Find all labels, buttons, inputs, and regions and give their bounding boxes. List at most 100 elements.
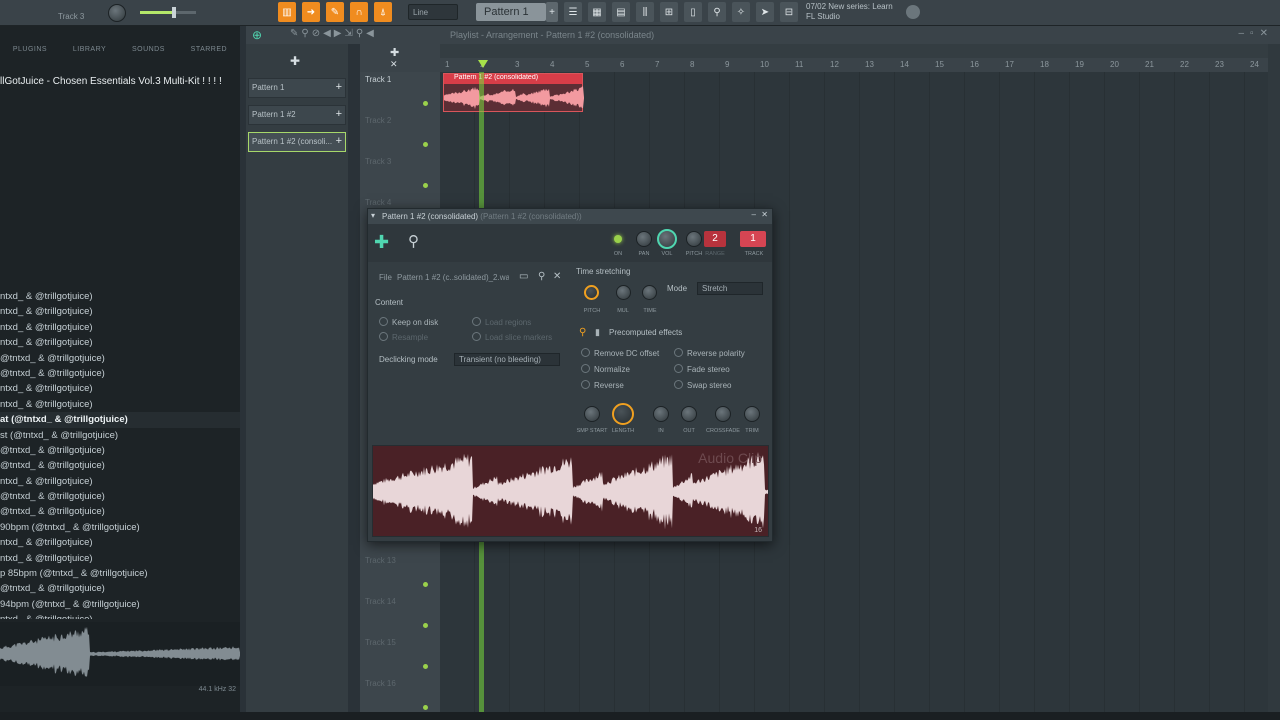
metronome-icon[interactable]: ⍋ (374, 2, 392, 22)
length-knob[interactable] (612, 403, 634, 425)
track-header[interactable]: Track 13 (362, 553, 434, 591)
send-icon[interactable]: ➤ (756, 2, 774, 22)
window-controls-icon[interactable]: –▫✕ (1239, 28, 1275, 39)
picker-item-selected[interactable]: Pattern 1 #2 (consoli... + (248, 132, 346, 152)
track-mute-led[interactable] (423, 142, 428, 147)
normalize-checkbox[interactable]: Normalize (581, 364, 630, 374)
file-name[interactable]: Pattern 1 #2 (c..solidated)_2.wav (397, 273, 509, 282)
fade-stereo-checkbox[interactable]: Fade stereo (674, 364, 730, 374)
arrow-icon[interactable]: ➜ (302, 2, 320, 22)
pencil-icon[interactable]: ✎ (326, 2, 344, 22)
browser-preview-waveform[interactable] (0, 622, 240, 686)
audio-clip-icon[interactable]: ✚ (374, 232, 389, 253)
track-header[interactable]: Track 1 (362, 72, 434, 110)
out-knob[interactable] (681, 406, 697, 422)
ts-mul-knob[interactable] (616, 285, 631, 300)
load-slice-markers-checkbox[interactable]: Load slice markers (472, 332, 552, 342)
file-icon[interactable]: ▯ (684, 2, 702, 22)
on-led[interactable] (614, 235, 622, 243)
tools-icon[interactable]: ✧ (732, 2, 750, 22)
browser-list-item[interactable]: @tntxd_ & @trillgotjuice) (0, 443, 240, 458)
track-header[interactable]: Track 2 (362, 113, 434, 151)
channel-rack-icon[interactable]: ▤ (612, 2, 630, 22)
pin-icon[interactable]: ⚲ (538, 271, 545, 282)
lock-icon[interactable]: ▮ (595, 327, 600, 338)
sample-waveform[interactable]: Audio Clip 16 (372, 445, 769, 537)
browser-list-item[interactable]: @tntxd_ & @trillgotjuice) (0, 351, 240, 366)
close-icon[interactable]: ✕ (761, 210, 768, 219)
clear-file-icon[interactable]: ✕ (553, 271, 561, 282)
track-mute-led[interactable] (423, 582, 428, 587)
mode-select[interactable]: Stretch (697, 282, 763, 295)
wrench-icon[interactable]: ⚲ (408, 232, 419, 250)
browser-list-item[interactable]: ntxd_ & @trillgotjuice) (0, 289, 240, 304)
browser-list-item[interactable]: ntxd_ & @trillgotjuice) (0, 551, 240, 566)
audio-clip[interactable]: Pattern 1 #2 (consolidated) (443, 73, 584, 112)
mixer-icon[interactable]: ⫼ (636, 2, 654, 22)
browser-folder-title[interactable]: llGotJuice - Chosen Essentials Vol.3 Mul… (0, 76, 240, 90)
vertical-scrollbar[interactable] (1268, 44, 1280, 720)
browser-list-item[interactable]: 94bpm (@tntxd_ & @trillgotjuice) (0, 597, 240, 612)
browser-list-item[interactable]: @tntxd_ & @trillgotjuice) (0, 458, 240, 473)
in-knob[interactable] (653, 406, 669, 422)
swap-stereo-checkbox[interactable]: Swap stereo (674, 380, 731, 390)
browser-list-item[interactable]: @tntxd_ & @trillgotjuice) (0, 504, 240, 519)
browser-list-item[interactable]: ntxd_ & @trillgotjuice) (0, 304, 240, 319)
browser-list-item[interactable]: at (@tntxd_ & @trillgotjuice) (0, 412, 240, 428)
snap-select[interactable]: Line (408, 4, 458, 20)
remove-dc-offset-checkbox[interactable]: Remove DC offset (581, 348, 659, 358)
browser-list-item[interactable]: ntxd_ & @trillgotjuice) (0, 381, 240, 396)
tab-sounds[interactable]: SOUNDS (132, 46, 165, 64)
collapse-icon[interactable]: ▾ (371, 211, 375, 220)
picker-add-icon[interactable]: ✚ (290, 54, 300, 68)
reverse-polarity-checkbox[interactable]: Reverse polarity (674, 348, 745, 358)
master-pitch-slider[interactable] (140, 7, 196, 18)
browser-icon[interactable]: ⊞ (660, 2, 678, 22)
master-volume-knob[interactable] (108, 4, 126, 22)
magnet-icon[interactable]: ∩ (350, 2, 368, 22)
trim-knob[interactable] (744, 406, 760, 422)
keep-on-disk-checkbox[interactable]: Keep on disk (379, 317, 438, 327)
piano-roll-icon[interactable]: ▦ (588, 2, 606, 22)
track-header[interactable]: Track 16 (362, 676, 434, 714)
crossfade-knob[interactable] (715, 406, 731, 422)
playlist-icon[interactable]: ☰ (564, 2, 582, 22)
range-value[interactable]: 2 (704, 231, 726, 247)
track-mute-led[interactable] (423, 664, 428, 669)
load-regions-checkbox[interactable]: Load regions (472, 317, 531, 327)
track-header[interactable]: Track 14 (362, 594, 434, 632)
track-value[interactable]: 1 (740, 231, 766, 247)
ts-time-knob[interactable] (642, 285, 657, 300)
track-mute-led[interactable] (423, 705, 428, 710)
folder-icon[interactable]: ▭ (519, 271, 528, 282)
picker-item[interactable]: Pattern 1 + (248, 78, 346, 98)
playlist-tools-icon[interactable]: ✎⚲⊘◀▶⇲⚲◀ (290, 28, 377, 39)
browser-list-item[interactable]: ntxd_ & @trillgotjuice) (0, 320, 240, 335)
track-header[interactable]: Track 3 (362, 154, 434, 192)
playlist-add-icon[interactable]: ✚ (390, 46, 399, 59)
track-mute-led[interactable] (423, 183, 428, 188)
track-header[interactable]: Track 15 (362, 635, 434, 673)
pattern-selector[interactable]: Pattern 1 (476, 3, 546, 21)
picker-item[interactable]: Pattern 1 #2 + (248, 105, 346, 125)
shop-icon[interactable]: ⊟ (780, 2, 798, 22)
plus-icon[interactable]: + (336, 108, 342, 120)
add-pattern-button[interactable]: + (546, 2, 558, 22)
timeline-ruler[interactable]: 1 2 3 4 5 6 7 8 9 10 11 12 13 14 15 16 17 18 19 20 21 22 23 24 (440, 58, 1268, 72)
playlist-close-icon[interactable]: ✕ (390, 59, 398, 70)
plus-icon[interactable]: + (336, 135, 342, 147)
browser-list-item[interactable]: ntxd_ & @trillgotjuice) (0, 474, 240, 489)
playlist-overview[interactable] (440, 44, 1268, 58)
browser-list-item[interactable]: p 85bpm (@tntxd_ & @trillgotjuice) (0, 566, 240, 581)
declicking-select[interactable]: Transient (no bleeding) (454, 353, 560, 366)
browser-list-item[interactable]: st (@tntxd_ & @trillgotjuice) (0, 428, 240, 443)
channel-settings-titlebar[interactable]: ▾ Pattern 1 #2 (consolidated) (Pattern 1… (368, 209, 772, 224)
vol-knob[interactable] (657, 229, 677, 249)
browser-list-item[interactable]: 90bpm (@tntxd_ & @trillgotjuice) (0, 520, 240, 535)
playhead-marker-icon[interactable] (478, 60, 488, 68)
browser-list-item[interactable]: @tntxd_ & @trillgotjuice) (0, 489, 240, 504)
window-menu-icon[interactable]: ⊕ (252, 28, 262, 42)
resample-checkbox[interactable]: Resample (379, 332, 428, 342)
track-mute-led[interactable] (423, 623, 428, 628)
tab-plugins[interactable]: PLUGINS (13, 46, 47, 64)
